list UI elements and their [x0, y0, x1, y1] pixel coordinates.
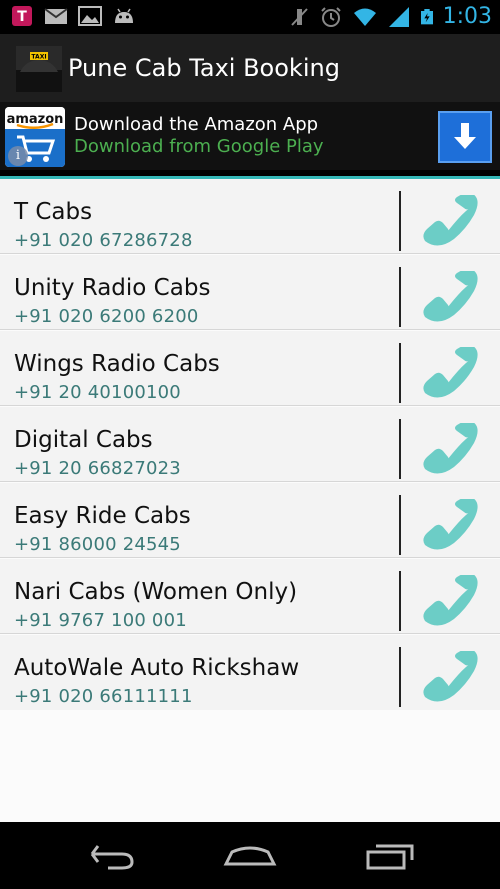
cab-name: Nari Cabs (Women Only) — [14, 579, 298, 605]
ad-banner[interactable]: amazon i Download the Amazon App Downloa… — [0, 102, 500, 170]
gallery-icon — [78, 6, 102, 26]
cab-phone: +91 9767 100 001 — [14, 610, 187, 631]
alarm-icon — [320, 7, 341, 27]
ad-info-icon[interactable]: i — [8, 146, 28, 166]
navigation-bar — [0, 822, 500, 889]
app-title: Pune Cab Taxi Booking — [68, 54, 340, 82]
clock: 1:03 — [442, 4, 492, 29]
cab-phone: +91 20 66827023 — [14, 458, 181, 479]
ad-download-button[interactable] — [438, 111, 492, 163]
row-divider — [399, 267, 401, 327]
notification-icons: T — [10, 4, 136, 28]
cab-name: Digital Cabs — [14, 427, 153, 453]
signal-icon — [388, 7, 409, 27]
list-item[interactable]: T Cabs +91 020 67286728 — [0, 179, 500, 254]
cab-phone: +91 020 66111111 — [14, 686, 193, 707]
ad-headline: Download the Amazon App — [74, 114, 319, 135]
ad-subline: Download from Google Play — [74, 136, 324, 157]
list-item[interactable]: Easy Ride Cabs +91 86000 24545 — [0, 483, 500, 558]
cab-name: Wings Radio Cabs — [14, 351, 220, 377]
phone-icon[interactable] — [420, 575, 480, 631]
cab-name: Easy Ride Cabs — [14, 503, 191, 529]
phone-icon[interactable] — [420, 499, 480, 555]
messages-icon — [44, 8, 68, 24]
list-item[interactable]: Digital Cabs +91 20 66827023 — [0, 407, 500, 482]
android-icon — [115, 8, 133, 23]
svg-text:T: T — [17, 9, 27, 25]
cab-name: T Cabs — [14, 199, 93, 225]
back-icon[interactable] — [78, 834, 142, 874]
taxi-app-icon[interactable]: TAXI — [16, 46, 62, 92]
row-divider — [399, 191, 401, 251]
phone-icon[interactable] — [420, 347, 480, 403]
row-divider — [399, 343, 401, 403]
amazon-logo-text: amazon — [7, 112, 64, 127]
list-item[interactable]: Wings Radio Cabs +91 20 40100100 — [0, 331, 500, 406]
mute-icon — [290, 8, 308, 26]
row-divider — [399, 571, 401, 631]
system-icons: 1:03 — [287, 2, 492, 32]
download-arrow-icon — [454, 123, 476, 149]
phone-icon[interactable] — [420, 195, 480, 251]
phone-icon[interactable] — [420, 271, 480, 327]
cab-phone: +91 86000 24545 — [14, 534, 181, 555]
wifi-icon — [353, 8, 376, 26]
cab-list: T Cabs +91 020 67286728 Unity Radio Cabs… — [0, 179, 500, 822]
cab-phone: +91 020 67286728 — [14, 230, 193, 251]
cab-phone: +91 020 6200 6200 — [14, 306, 199, 327]
action-bar: TAXI Pune Cab Taxi Booking — [0, 34, 500, 102]
home-icon[interactable] — [218, 834, 282, 874]
row-divider — [399, 419, 401, 479]
list-item[interactable]: Unity Radio Cabs +91 020 6200 6200 — [0, 255, 500, 330]
phone-icon[interactable] — [420, 651, 480, 707]
battery-icon — [420, 9, 433, 25]
status-bar: T 1:03 — [0, 0, 500, 34]
tmobile-icon: T — [12, 6, 32, 26]
cab-name: Unity Radio Cabs — [14, 275, 211, 301]
list-item[interactable]: AutoWale Auto Rickshaw +91 020 66111111 — [0, 635, 500, 710]
cab-name: AutoWale Auto Rickshaw — [14, 655, 300, 681]
row-divider — [399, 495, 401, 555]
phone-icon[interactable] — [420, 423, 480, 479]
recent-apps-icon[interactable] — [358, 834, 422, 874]
svg-text:TAXI: TAXI — [31, 54, 46, 61]
list-item[interactable]: Nari Cabs (Women Only) +91 9767 100 001 — [0, 559, 500, 634]
cab-phone: +91 20 40100100 — [14, 382, 181, 403]
row-divider — [399, 647, 401, 707]
